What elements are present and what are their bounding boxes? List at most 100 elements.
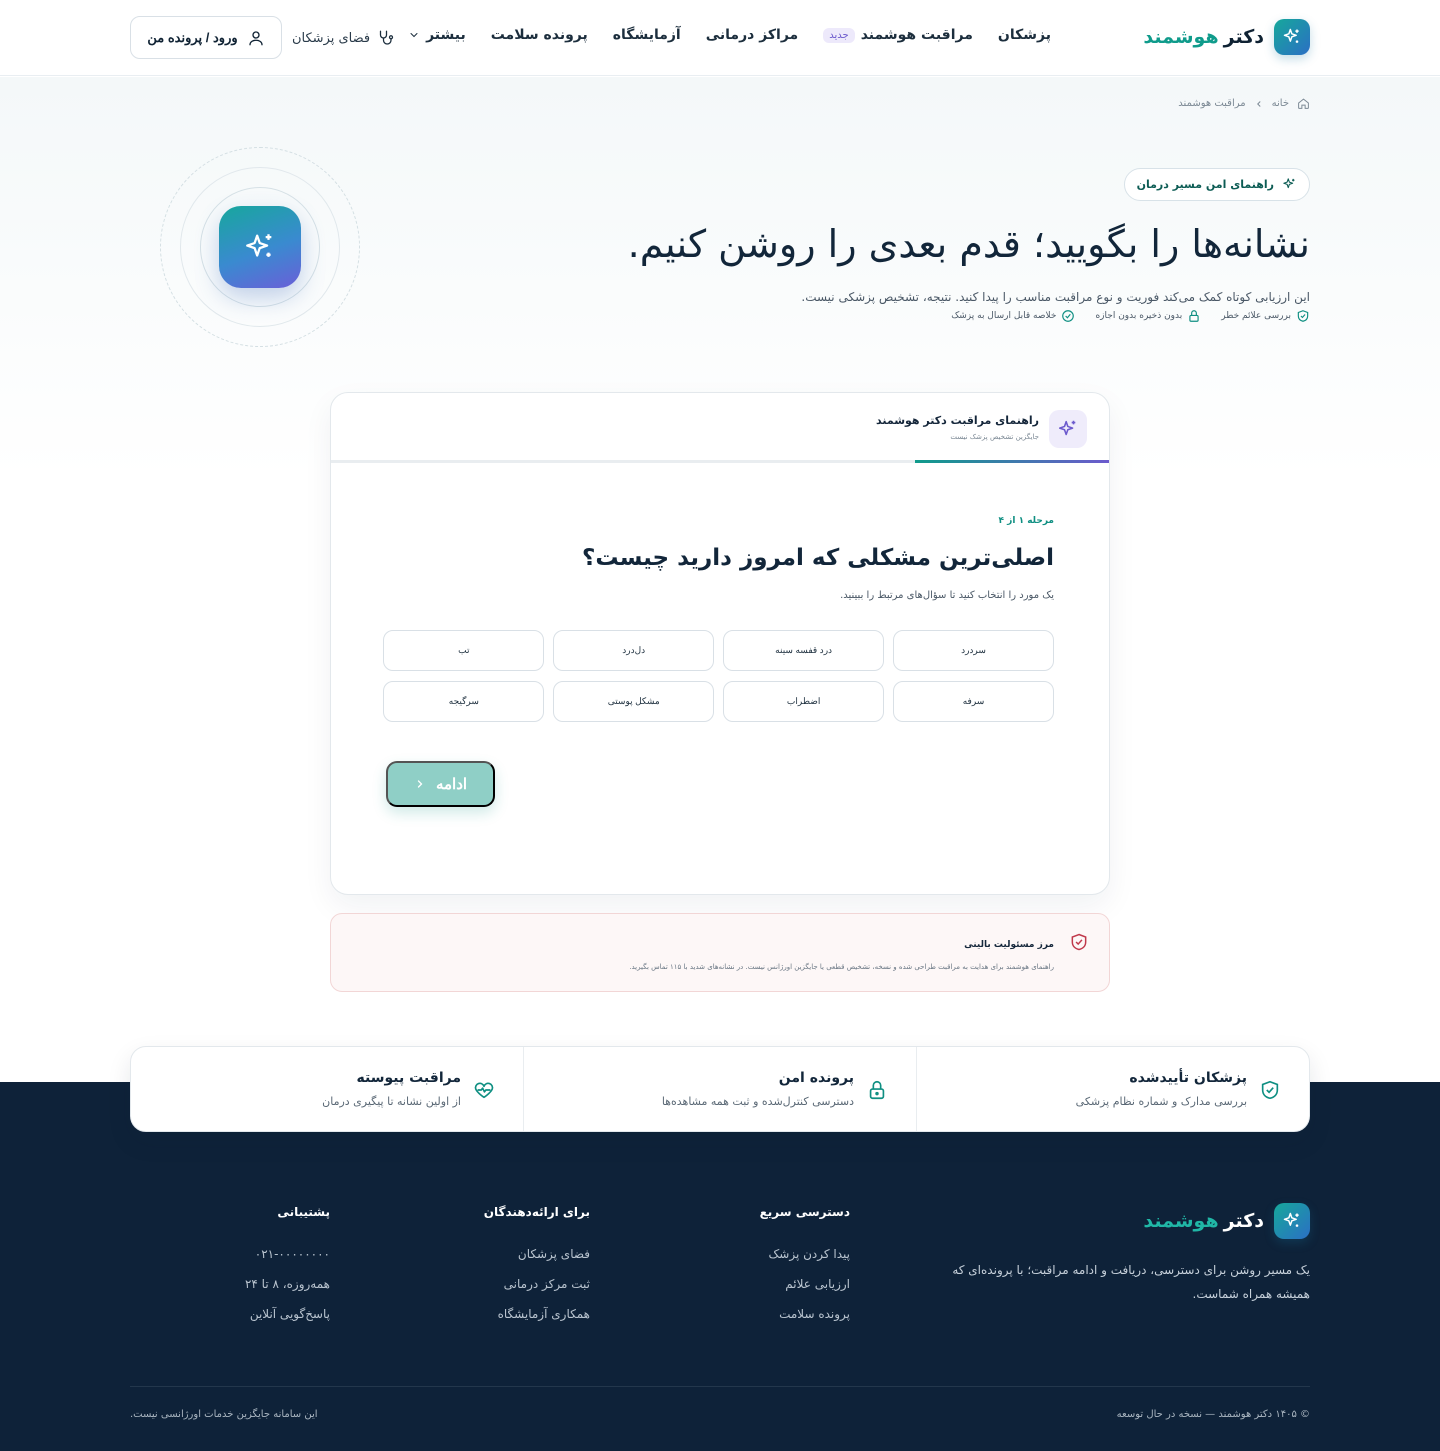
footer-note: این سامانه جایگزین خدمات اورژانسی نیست.	[130, 1409, 318, 1420]
nav-item-medical-centers[interactable]: مراکز درمانی	[706, 27, 799, 43]
progress-fill	[914, 460, 1109, 463]
nav-item-doctors[interactable]: پزشکان	[998, 27, 1051, 43]
nav-item-smart-care[interactable]: مراقبت هوشمند جدید	[823, 27, 973, 43]
footer-column-support: پشتیبانی ۰۲۱-۰۰۰۰۰۰۰۰ همه‌روزه، ۸ تا ۲۴ …	[245, 1205, 330, 1324]
trust-item: پرونده امن دسترسی کنترل‌شده و ثبت همه مش…	[524, 1047, 917, 1131]
wizard-header: راهنمای مراقبت دکتر هوشمند جایگزین تشخیص…	[331, 393, 1109, 461]
symptom-option[interactable]: تب	[383, 630, 545, 671]
nav-label: پرونده سلامت	[490, 27, 588, 43]
feature-label: بررسی علائم خطر	[1221, 311, 1291, 321]
footer-brand[interactable]: دکتر هوشمند	[1143, 1203, 1310, 1239]
shield-check-icon	[1296, 309, 1310, 323]
hero-pill: راهنمای امن مسیر درمان	[1123, 168, 1310, 201]
hero-orb	[160, 147, 360, 347]
chevron-left-icon	[1254, 99, 1264, 109]
nav-item-health-record[interactable]: پرونده سلامت	[491, 27, 588, 43]
hero-features: بررسی علائم خطر بدون ذخیره بدون اجازه خل…	[951, 309, 1310, 323]
feature-label: بدون ذخیره بدون اجازه	[1095, 311, 1183, 321]
hero-subtitle: این ارزیابی کوتاه کمک می‌کند فوریت و نوع…	[801, 290, 1310, 304]
footer-hours: همه‌روزه، ۸ تا ۲۴	[244, 1277, 330, 1291]
symptom-option[interactable]: سرفه	[893, 681, 1054, 722]
chevron-right-icon	[414, 778, 426, 790]
new-badge: جدید	[823, 27, 855, 43]
sparkle-orb-icon	[219, 206, 301, 288]
home-icon[interactable]	[1297, 97, 1310, 110]
trust-title: مراقبت پیوسته	[356, 1070, 461, 1086]
trust-title: پرونده امن	[778, 1070, 854, 1086]
footer-link[interactable]: ثبت مرکز درمانی	[484, 1277, 590, 1294]
main-nav: پزشکان مراقبت هوشمند جدید مراکز درمانی آز…	[408, 27, 1051, 43]
footer-link[interactable]: پرونده سلامت	[760, 1307, 850, 1324]
trust-desc: بررسی مدارک و شماره نظام پزشکی	[1075, 1095, 1247, 1108]
login-button[interactable]: ورود / پرونده من	[130, 16, 282, 59]
care-wizard-card: راهنمای مراقبت دکتر هوشمند جایگزین تشخیص…	[330, 392, 1110, 895]
feature-item: بررسی علائم خطر	[1221, 309, 1310, 323]
trust-item: پزشکان تأییدشده بررسی مدارک و شماره نظام…	[917, 1047, 1309, 1131]
sparkle-icon	[1282, 177, 1297, 192]
feature-item: بدون ذخیره بدون اجازه	[1095, 309, 1201, 323]
footer-link[interactable]: پیدا کردن پزشک	[760, 1247, 850, 1264]
nav-label: پزشکان	[997, 27, 1051, 43]
continue-label: ادامه	[435, 776, 468, 793]
disclaimer-text: راهنمای هوشمند برای هدایت به مراقبت طراح…	[629, 963, 1054, 971]
shield-alert-icon	[1069, 932, 1089, 952]
footer-column-title: پشتیبانی	[277, 1205, 330, 1219]
sparkle-logo-icon	[1274, 1203, 1310, 1239]
brand-name: دکتر هوشمند	[1143, 26, 1264, 48]
nav-label: بیشتر	[426, 27, 466, 43]
footer-column-quick-access: دسترسی سریع پیدا کردن پزشک ارزیابی علائم…	[760, 1205, 850, 1324]
doctor-space-link[interactable]: فضای پزشکان	[292, 29, 394, 47]
copyright: © ۱۴۰۵ دکتر هوشمند — نسخه در حال توسعه	[1116, 1409, 1310, 1420]
symptom-option[interactable]: مشکل پوستی	[553, 681, 715, 722]
trust-item: مراقبت پیوسته از اولین نشانه تا پیگیری د…	[131, 1047, 524, 1131]
brand-name-part1: دکتر	[1223, 26, 1264, 48]
check-circle-icon	[1061, 309, 1075, 323]
sparkle-logo-icon	[1274, 19, 1310, 55]
step-indicator: مرحله ۱ از ۴	[998, 516, 1054, 526]
footer-link[interactable]: ارزیابی علائم	[760, 1277, 850, 1294]
footer-description: یک مسیر روشن برای دسترسی، دریافت و ادامه…	[952, 1263, 1310, 1301]
footer-phone[interactable]: ۰۲۱-۰۰۰۰۰۰۰۰	[245, 1247, 330, 1264]
symptom-option[interactable]: سردرد	[893, 630, 1054, 671]
brand[interactable]: دکتر هوشمند	[1143, 19, 1310, 55]
footer-divider	[130, 1386, 1310, 1387]
nav-item-laboratory[interactable]: آزمایشگاه	[613, 27, 681, 43]
feature-item: خلاصه قابل ارسال به پزشک	[951, 309, 1075, 323]
lock-icon	[866, 1079, 888, 1101]
nav-label: آزمایشگاه	[612, 27, 681, 43]
trust-title: پزشکان تأییدشده	[1129, 1070, 1247, 1086]
footer-link[interactable]: همکاری آزمایشگاه	[484, 1307, 590, 1324]
disclaimer-title: مرز مسئولیت بالینی	[964, 940, 1054, 950]
hero-title: نشانه‌ها را بگویید؛ قدم بعدی را روشن کنی…	[627, 222, 1310, 266]
brand-name-part2: هوشمند	[1143, 26, 1219, 48]
lock-icon	[1187, 309, 1201, 323]
question-title: اصلی‌ترین مشکلی که امروز دارید چیست؟	[582, 545, 1054, 571]
symptom-option[interactable]: سرگیجه	[383, 681, 545, 722]
footer-link[interactable]: فضای پزشکان	[484, 1247, 590, 1264]
nav-label: مراقبت هوشمند	[860, 27, 973, 43]
symptom-option[interactable]: اضطراب	[723, 681, 885, 722]
nav-label: مراکز درمانی	[705, 27, 799, 43]
breadcrumb: خانه مراقبت هوشمند	[1178, 97, 1310, 110]
breadcrumb-current: مراقبت هوشمند	[1178, 98, 1246, 109]
symptom-options: سردرد درد قفسه سینه دل‌درد تب سرفه اضطرا…	[383, 630, 1054, 722]
trust-desc: دسترسی کنترل‌شده و ثبت همه مشاهده‌ها	[661, 1095, 854, 1108]
login-label: ورود / پرونده من	[147, 29, 238, 45]
symptom-option[interactable]: درد قفسه سینه	[723, 630, 885, 671]
user-icon	[247, 29, 265, 47]
trust-desc: از اولین نشانه تا پیگیری درمان	[322, 1095, 461, 1108]
question-hint: یک مورد را انتخاب کنید تا سؤال‌های مرتبط…	[840, 590, 1054, 601]
progress-bar	[331, 460, 1109, 463]
trust-bar: پزشکان تأییدشده بررسی مدارک و شماره نظام…	[130, 1046, 1310, 1132]
symptom-option[interactable]: دل‌درد	[553, 630, 715, 671]
sparkle-icon	[1049, 410, 1087, 448]
footer-column-title: دسترسی سریع	[759, 1205, 850, 1219]
doctor-space-label: فضای پزشکان	[292, 30, 371, 46]
footer-link[interactable]: پاسخ‌گویی آنلاین	[245, 1307, 330, 1324]
continue-button[interactable]: ادامه	[386, 761, 495, 807]
footer-column-title: برای ارائه‌دهندگان	[483, 1205, 590, 1219]
hero-pill-label: راهنمای امن مسیر درمان	[1136, 178, 1274, 191]
stethoscope-icon	[376, 29, 394, 47]
breadcrumb-home[interactable]: خانه	[1272, 98, 1289, 109]
nav-item-more[interactable]: بیشتر	[408, 27, 466, 43]
